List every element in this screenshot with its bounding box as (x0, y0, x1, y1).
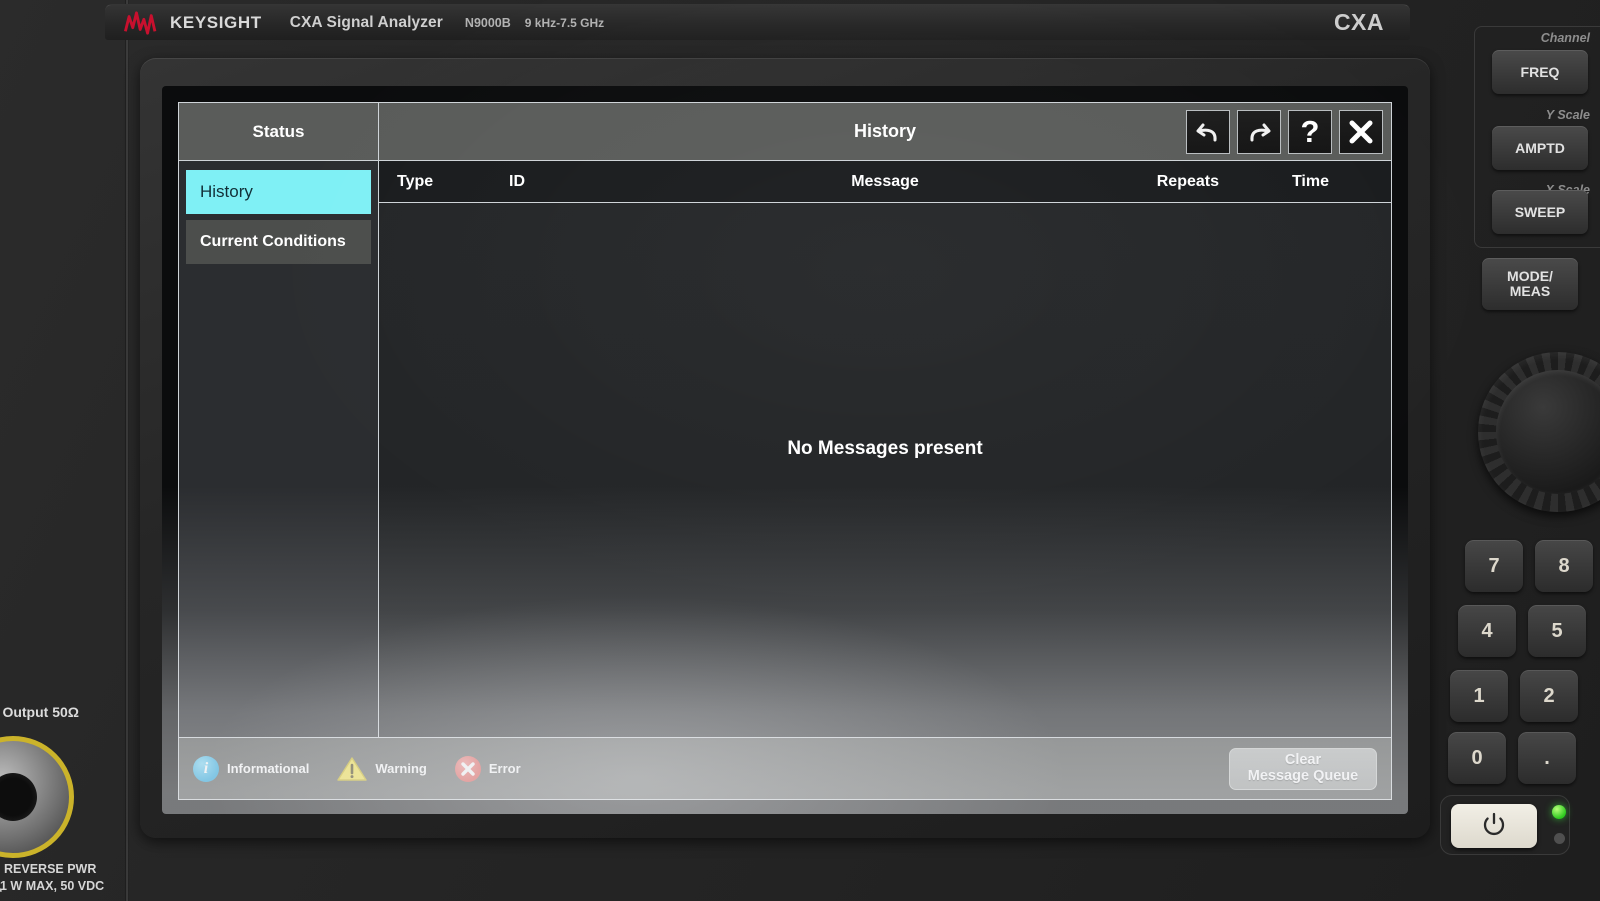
instrument-chassis: KEYSIGHT CXA Signal Analyzer N9000B 9 kH… (0, 0, 1600, 901)
severity-legend: i Informational Warning Error (193, 755, 521, 782)
rf-warning-line1: REVERSE PWR (4, 862, 97, 876)
keypad-key-7[interactable]: 7 (1465, 540, 1523, 592)
rf-connector-ring (0, 736, 74, 858)
sidebar-item-history[interactable]: History (186, 170, 371, 214)
keypad-label: 0 (1471, 746, 1483, 769)
sidebar-header-label: Status (252, 121, 305, 141)
sidebar-item-current-conditions[interactable]: Current Conditions (186, 220, 371, 264)
keysight-logo-icon (123, 10, 157, 35)
keypad-label: . (1544, 746, 1550, 769)
keypad-label: 4 (1481, 619, 1493, 642)
model-number: N9000B (464, 15, 511, 30)
brand-bar: KEYSIGHT CXA Signal Analyzer N9000B 9 kH… (105, 4, 1410, 40)
sweep-key-label: SWEEP (1514, 203, 1566, 220)
keypad-key-decimal[interactable]: . (1518, 732, 1576, 784)
error-circle-icon (454, 755, 481, 782)
table-header-row: Type ID Message Repeats Time (379, 161, 1391, 203)
column-header-time: Time (1291, 172, 1329, 190)
dialog-title-bar: History ? (379, 103, 1391, 160)
keypad-label: 7 (1488, 554, 1500, 577)
mode-meas-key[interactable]: MODE/ MEAS (1482, 258, 1578, 310)
frequency-range: 9 kHz-7.5 GHz (524, 15, 605, 30)
status-dialog: Status History ? History Current Conditi… (178, 102, 1392, 800)
power-led-green (1552, 805, 1566, 819)
power-button[interactable] (1451, 804, 1537, 848)
sidebar-item-label: Current Conditions (200, 233, 346, 250)
channel-caption: Channel (1540, 31, 1590, 45)
power-symbol-icon (1482, 812, 1506, 841)
keypad-key-4[interactable]: 4 (1458, 605, 1516, 657)
keypad-key-5[interactable]: 5 (1528, 605, 1586, 657)
sidebar-header: Status (179, 103, 379, 160)
clear-button-line2: Message Queue (1247, 767, 1359, 784)
amptd-key[interactable]: AMPTD (1492, 126, 1588, 170)
lcd-screen: Status History ? History Current Conditi… (162, 86, 1408, 814)
status-sidebar: History Current Conditions (179, 161, 379, 737)
legend-item-informational: i Informational (193, 755, 310, 782)
column-header-repeats: Repeats (1156, 172, 1219, 190)
clear-button-line1: Clear (1284, 752, 1322, 769)
legend-label: Error (488, 761, 521, 776)
legend-item-error: Error (454, 755, 521, 782)
keypad-key-1[interactable]: 1 (1450, 670, 1508, 722)
close-x-icon (1347, 118, 1375, 146)
amptd-key-label: AMPTD (1515, 139, 1565, 156)
dialog-footer: i Informational Warning Error Clear Mess… (179, 737, 1391, 799)
column-header-type: Type (397, 172, 434, 190)
legend-item-warning: Warning (337, 756, 427, 782)
close-button[interactable] (1339, 109, 1383, 154)
info-circle-icon: i (193, 755, 219, 782)
redo-arrow-icon (1246, 120, 1272, 144)
keypad-label: 8 (1558, 554, 1570, 577)
dialog-header: Status History ? (179, 103, 1391, 161)
mode-meas-line1: MODE/ (1507, 268, 1553, 285)
freq-key-label: FREQ (1520, 63, 1560, 80)
page-title: History (853, 121, 916, 141)
empty-state-message: No Messages present (787, 437, 983, 459)
rf-output-label: F Output 50Ω (0, 704, 79, 720)
message-table: Type ID Message Repeats Time No Messages… (379, 161, 1391, 737)
keypad-label: 2 (1543, 684, 1555, 707)
brand-name: KEYSIGHT (170, 12, 262, 32)
keypad-key-0[interactable]: 0 (1448, 732, 1506, 784)
sweep-key[interactable]: SWEEP (1492, 190, 1588, 234)
keypad-label: 1 (1473, 684, 1485, 707)
table-body[interactable]: No Messages present (379, 203, 1391, 737)
keypad-key-2[interactable]: 2 (1520, 670, 1578, 722)
help-button[interactable]: ? (1288, 109, 1332, 154)
freq-key[interactable]: FREQ (1492, 50, 1588, 94)
rf-output-connector: F Output 50Ω REVERSE PWR 1 W MAX, 50 VDC (0, 690, 125, 893)
mode-meas-line2: MEAS (1509, 283, 1551, 299)
clear-message-queue-button[interactable]: Clear Message Queue (1229, 747, 1377, 790)
keypad-key-8[interactable]: 8 (1535, 540, 1593, 592)
power-button-housing (1440, 795, 1570, 855)
dialog-button-group: ? (1186, 109, 1383, 154)
legend-label: Informational (227, 761, 310, 776)
column-header-message: Message (851, 172, 919, 190)
help-question-icon: ? (1300, 114, 1320, 149)
sidebar-item-label: History (200, 182, 253, 201)
redo-button[interactable] (1237, 109, 1281, 154)
rf-warning-line2: 1 W MAX, 50 VDC (0, 879, 105, 893)
legend-label: Warning (375, 761, 427, 776)
undo-arrow-icon (1195, 120, 1221, 144)
chassis-seam (125, 0, 129, 901)
keypad-label: 5 (1551, 619, 1563, 642)
standby-led (1554, 833, 1565, 844)
dialog-body: History Current Conditions Type ID Messa… (179, 161, 1391, 737)
family-label: CXA (1333, 9, 1384, 35)
undo-button[interactable] (1186, 109, 1230, 154)
product-name: CXA Signal Analyzer (289, 13, 443, 31)
warning-triangle-icon (337, 756, 368, 782)
column-header-id: ID (509, 172, 525, 190)
display-bezel: Status History ? History Current Conditi… (140, 58, 1430, 838)
y-scale-caption: Y Scale (1545, 108, 1590, 122)
